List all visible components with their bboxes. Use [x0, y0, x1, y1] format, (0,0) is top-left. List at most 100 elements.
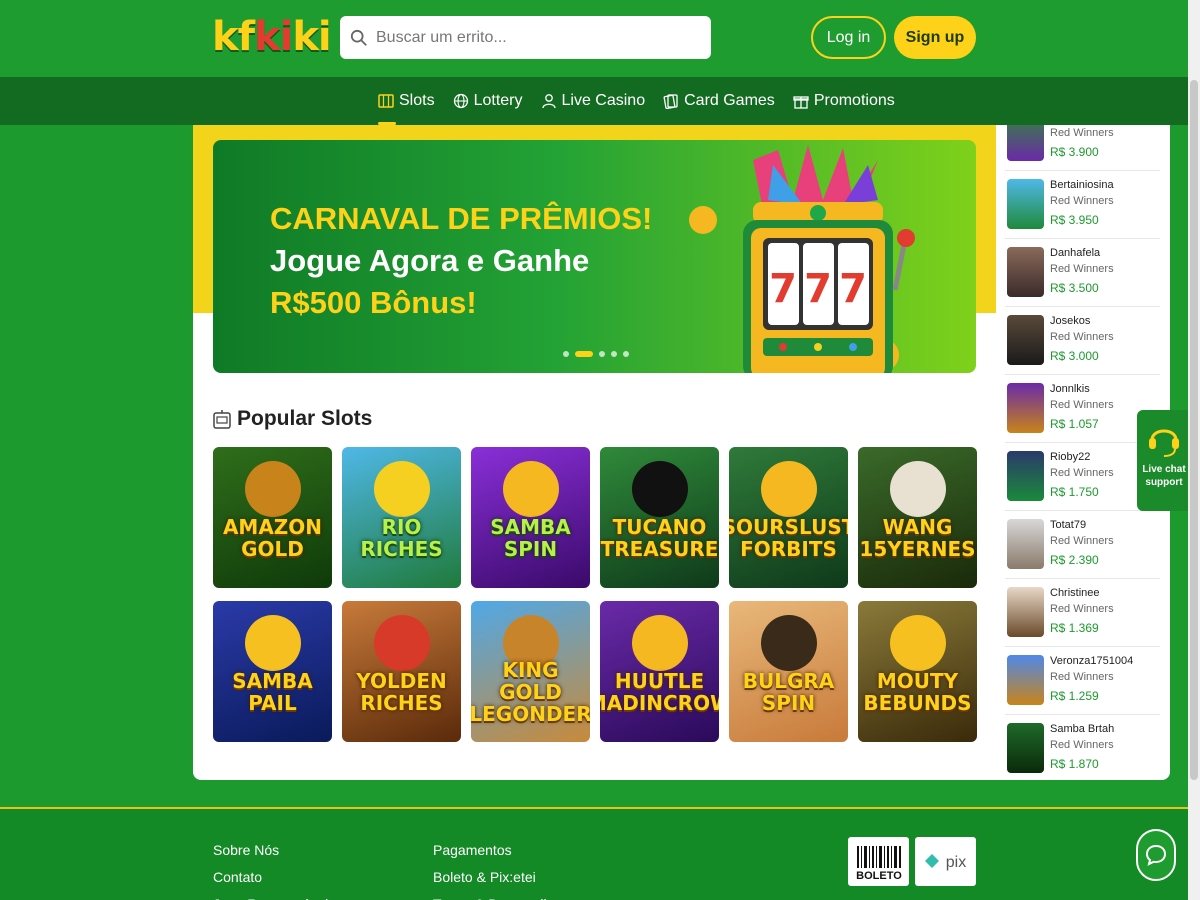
nav-label: Slots: [399, 92, 435, 109]
game-art-icon: [889, 615, 946, 671]
carousel-dot[interactable]: [563, 351, 569, 357]
game-title: AMAZON GOLD: [222, 514, 323, 561]
barcode-icon: BOLETO: [856, 845, 902, 882]
winner-name: Danhafela: [1050, 247, 1101, 259]
live-chat-support-tab[interactable]: Live chat support: [1137, 410, 1191, 511]
winner-name: Rioby22: [1050, 451, 1091, 463]
pix-badge: pix: [915, 837, 976, 886]
game-art-icon: [373, 615, 430, 671]
footer-link[interactable]: Boleto & Pix:etei: [433, 864, 547, 891]
scrollbar-thumb[interactable]: [1190, 80, 1198, 780]
game-tile[interactable]: TUCANO TREASURE: [600, 447, 719, 588]
game-tile[interactable]: YOLDEN RICHES: [342, 601, 461, 742]
nav-label: Live Casino: [561, 92, 646, 109]
chat-bubble-button[interactable]: [1136, 829, 1176, 881]
nav-item-slots[interactable]: Slots: [378, 77, 435, 125]
live-chat-label: Live chat support: [1142, 464, 1186, 488]
winner-amount: R$ 3.000: [1050, 349, 1099, 363]
carousel-dots: [563, 351, 629, 357]
game-tile[interactable]: SOURSLUSTFORBITS: [729, 447, 848, 588]
game-art-icon: [631, 461, 688, 517]
winner-item[interactable]: Samba Brtah Red Winners R$ 1.870: [1005, 715, 1160, 780]
winner-item[interactable]: Josekos Red Winners R$ 3.000: [1005, 307, 1160, 375]
slot-machine-illustration: 7 7 7: [689, 145, 915, 373]
slot-reel-digit: 7: [804, 266, 832, 312]
winner-game-thumbnail: [1007, 383, 1044, 433]
footer-link[interactable]: Terms & Desgrveil: [433, 891, 547, 900]
search-input[interactable]: [376, 28, 696, 47]
winner-item[interactable]: Danhafela Red Winners R$ 3.500: [1005, 239, 1160, 307]
game-tile[interactable]: WANG 15YERNES: [858, 447, 977, 588]
winner-label: Red Winners: [1050, 195, 1114, 207]
slot-machine-icon: [213, 410, 231, 429]
game-tile[interactable]: MOUTY BEBUNDS: [858, 601, 977, 742]
footer-link[interactable]: Contato: [213, 864, 328, 891]
winner-item[interactable]: Red Winners R$ 3.900: [1005, 125, 1160, 171]
winner-label: Red Winners: [1050, 331, 1114, 343]
hero-bonus: R$500 Bônus!: [270, 285, 477, 320]
section-title-text: Popular Slots: [237, 407, 373, 430]
game-title: SAMBA PAIL: [232, 668, 313, 715]
winner-name: Samba Brtah: [1050, 723, 1115, 735]
slot-reel-digit: 7: [839, 266, 867, 312]
game-tile[interactable]: KING GOLD LEGONDER: [471, 601, 590, 742]
winner-game-thumbnail: [1007, 723, 1044, 773]
game-tile[interactable]: AMAZON GOLD: [213, 447, 332, 588]
game-art-icon: [502, 461, 559, 517]
winner-label: Red Winners: [1050, 535, 1114, 547]
login-button[interactable]: Log in: [811, 16, 886, 59]
game-title: SAMBA SPIN: [490, 514, 571, 561]
game-tile[interactable]: BULGRA SPIN: [729, 601, 848, 742]
winner-game-thumbnail: [1007, 125, 1044, 161]
nav-label: Card Games: [684, 92, 775, 109]
search-bar[interactable]: [340, 16, 711, 59]
winner-game-thumbnail: [1007, 655, 1044, 705]
globe-icon: [453, 93, 468, 109]
section-title: Popular Slots: [213, 407, 372, 431]
winner-amount: R$ 3.950: [1050, 213, 1099, 227]
winner-avatar: [1007, 451, 1044, 501]
carousel-dot-active[interactable]: [575, 351, 593, 357]
game-title: RIO RICHES: [360, 514, 443, 561]
footer-link[interactable]: Sobre Nós: [213, 837, 328, 864]
game-art-icon: [631, 615, 688, 671]
winner-avatar: [1007, 315, 1044, 365]
carousel-dot[interactable]: [623, 351, 629, 357]
pix-icon: pix: [924, 853, 966, 871]
game-tile[interactable]: RIO RICHES: [342, 447, 461, 588]
game-tile[interactable]: HUUTLEMADINCROW: [600, 601, 719, 742]
winner-item[interactable]: Totat79 Red Winners R$ 2.390: [1005, 511, 1160, 579]
game-title: HUUTLEMADINCROW: [600, 668, 719, 715]
recent-winners-panel: Red Winners R$ 3.900 Bertainiosina Red W…: [997, 125, 1160, 780]
winner-amount: R$ 1.750: [1050, 485, 1099, 499]
chat-icon: [1145, 844, 1167, 866]
slot-reel-digit: 7: [769, 266, 797, 312]
dealer-icon: [541, 94, 556, 109]
footer-link[interactable]: Pagamentos: [433, 837, 547, 864]
winner-amount: R$ 1.259: [1050, 689, 1099, 703]
carousel-dot[interactable]: [599, 351, 605, 357]
footer-link[interactable]: Jogo Responsável: [213, 891, 328, 900]
winner-name: Jonnlkis: [1050, 383, 1090, 395]
hero-subline: Jogue Agora e Ganhe: [270, 243, 590, 278]
winner-item[interactable]: Christinee Red Winners R$ 1.369: [1005, 579, 1160, 647]
winner-item[interactable]: Bertainiosina Red Winners R$ 3.950: [1005, 171, 1160, 239]
nav-item-promotions[interactable]: Promotions: [793, 77, 895, 125]
game-tile[interactable]: SAMBA SPIN: [471, 447, 590, 588]
signup-button[interactable]: Sign up: [894, 16, 976, 59]
winner-avatar: [1007, 247, 1044, 297]
site-logo[interactable]: kfkiki: [212, 14, 332, 60]
game-tile[interactable]: SAMBA PAIL: [213, 601, 332, 742]
winner-avatar: [1007, 519, 1044, 569]
hero-text: CARNAVAL DE PRÊMIOS! Jogue Agora e Ganhe…: [270, 198, 652, 324]
nav-item-card-games[interactable]: Card Games: [663, 77, 775, 125]
carousel-dot[interactable]: [611, 351, 617, 357]
gift-icon: [793, 96, 809, 109]
hero-banner[interactable]: CARNAVAL DE PRÊMIOS! Jogue Agora e Ganhe…: [213, 140, 976, 373]
page-scrollbar[interactable]: [1188, 0, 1200, 900]
nav-label: Lottery: [473, 92, 523, 109]
boleto-badge: BOLETO: [848, 837, 909, 886]
nav-item-lottery[interactable]: Lottery: [453, 77, 523, 125]
nav-item-live-casino[interactable]: Live Casino: [541, 77, 646, 125]
winner-item[interactable]: Veronza1751004 Red Winners R$ 1.259: [1005, 647, 1160, 715]
